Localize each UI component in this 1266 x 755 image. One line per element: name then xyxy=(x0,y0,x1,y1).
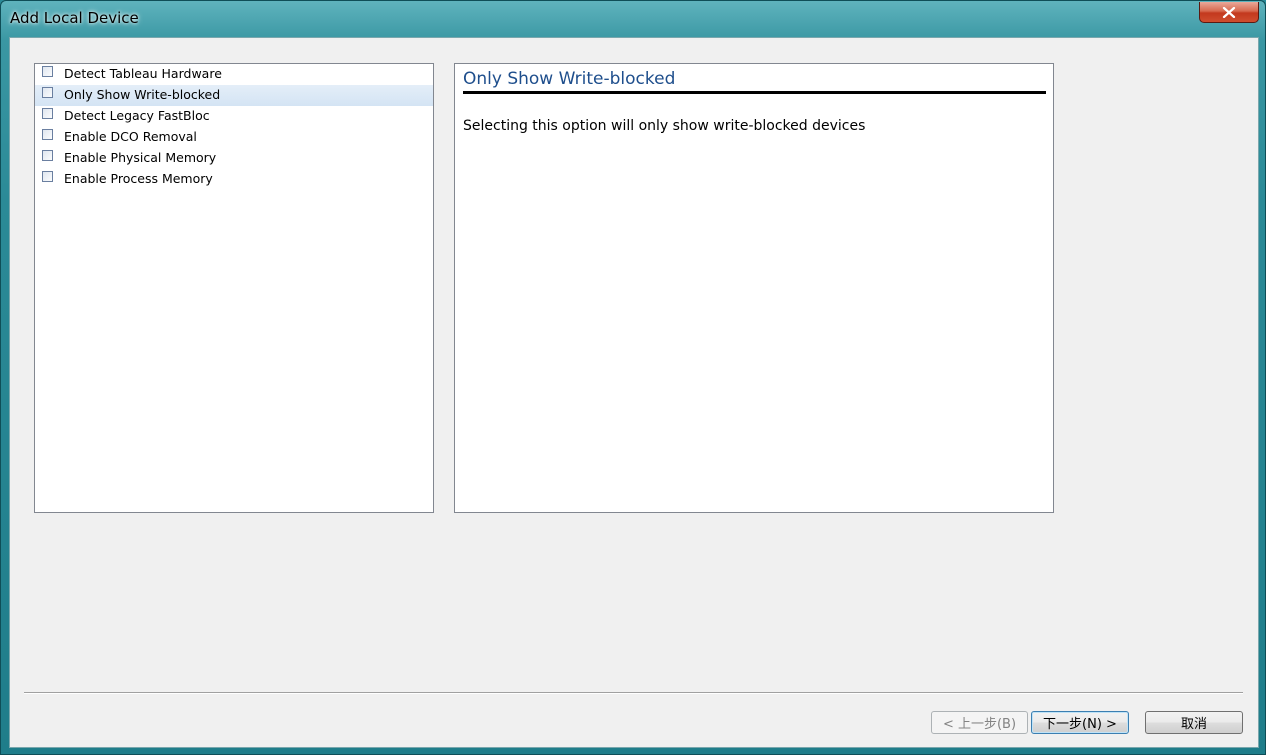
option-item-enable-process-memory[interactable]: Enable Process Memory xyxy=(35,169,433,190)
cancel-button[interactable]: 取消 xyxy=(1145,711,1243,734)
title-bar[interactable]: Add Local Device xyxy=(1,1,1265,37)
description-panel: Only Show Write-blocked Selecting this o… xyxy=(454,63,1054,513)
description-title: Only Show Write-blocked xyxy=(463,69,676,89)
back-button[interactable]: < 上一步(B) xyxy=(931,711,1028,734)
window-title: Add Local Device xyxy=(10,9,139,27)
option-label: Enable Process Memory xyxy=(64,171,213,186)
footer-separator xyxy=(24,692,1243,694)
next-button[interactable]: 下一步(N) > xyxy=(1031,711,1129,734)
option-checkbox[interactable] xyxy=(42,66,53,77)
option-label: Enable DCO Removal xyxy=(64,129,197,144)
option-label: Detect Tableau Hardware xyxy=(64,66,222,81)
option-item-detect-tableau-hardware[interactable]: Detect Tableau Hardware xyxy=(35,64,433,85)
option-checkbox[interactable] xyxy=(42,171,53,182)
option-checkbox[interactable] xyxy=(42,87,53,98)
option-label: Detect Legacy FastBloc xyxy=(64,108,210,123)
option-checkbox[interactable] xyxy=(42,108,53,119)
close-button[interactable] xyxy=(1199,2,1259,23)
option-checkbox[interactable] xyxy=(42,150,53,161)
option-item-detect-legacy-fastbloc[interactable]: Detect Legacy FastBloc xyxy=(35,106,433,127)
dialog-client-area: Detect Tableau Hardware Only Show Write-… xyxy=(9,37,1259,748)
option-label: Only Show Write-blocked xyxy=(64,87,221,102)
options-list: Detect Tableau Hardware Only Show Write-… xyxy=(34,63,434,513)
dialog-window: Add Local Device Detect Tableau Hardware… xyxy=(0,0,1266,755)
option-item-enable-dco-removal[interactable]: Enable DCO Removal xyxy=(35,127,433,148)
option-label: Enable Physical Memory xyxy=(64,150,217,165)
description-text: Selecting this option will only show wri… xyxy=(463,118,866,134)
option-item-only-show-write-blocked[interactable]: Only Show Write-blocked xyxy=(35,85,433,106)
description-divider xyxy=(463,91,1046,94)
close-icon xyxy=(1222,6,1236,18)
option-item-enable-physical-memory[interactable]: Enable Physical Memory xyxy=(35,148,433,169)
option-checkbox[interactable] xyxy=(42,129,53,140)
